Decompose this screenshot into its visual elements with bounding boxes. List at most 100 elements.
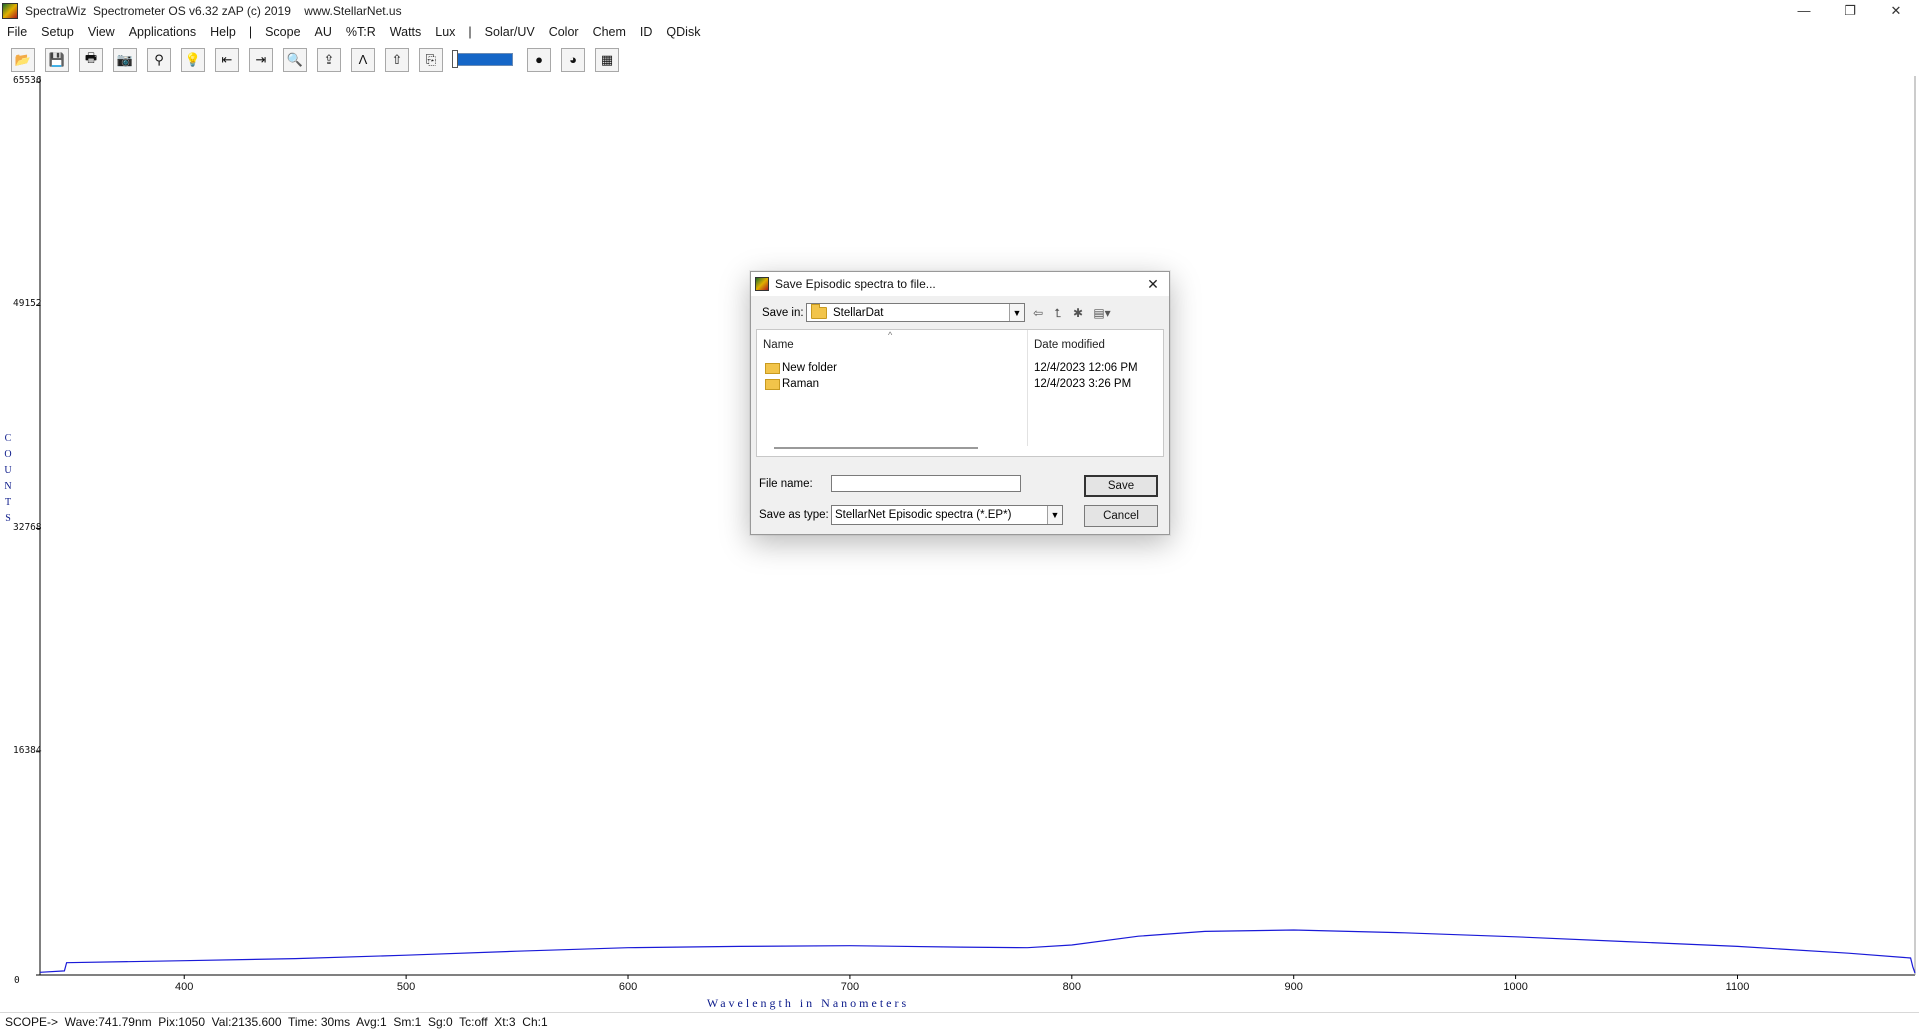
menu-solar-uv[interactable]: Solar/UV [478,25,542,39]
lightbulb-icon[interactable]: 💡 [181,47,205,72]
chevron-down-icon[interactable]: ▼ [1009,304,1024,321]
menu-view[interactable]: View [81,25,122,39]
folder-icon [765,379,780,390]
print-icon[interactable]: 🖶 [79,47,103,72]
dialog-title-bar: Save Episodic spectra to file... ✕ [751,272,1169,296]
color-wheel-icon[interactable]: ◕ [561,47,585,72]
spectrum-chart[interactable]: COUNTS Wavelength in Nanometers 0 16384 32… [0,74,1919,1010]
list-item-raman[interactable]: Raman 12/4/2023 3:26 PM [757,376,1163,394]
menu-chem[interactable]: Chem [586,25,633,39]
open-icon[interactable]: 📂 [11,47,35,72]
cancel-button[interactable]: Cancel [1084,505,1158,527]
y-tick-label: 16384 [13,744,42,756]
slider-track [455,52,513,66]
menu-id[interactable]: ID [633,25,660,39]
menu-watts[interactable]: Watts [383,25,428,39]
column-header-date[interactable]: Date modified [1034,339,1105,351]
save-icon[interactable]: 💾 [45,47,69,72]
menu-setup[interactable]: Setup [34,25,81,39]
menu-applications[interactable]: Applications [122,25,203,39]
menu-lux[interactable]: Lux [428,25,462,39]
x-tick-label: 900 [1284,981,1303,993]
x-axis-title: Wavelength in Nanometers [706,996,910,1010]
peak-up-icon[interactable]: ⇧ [385,47,409,72]
save-in-value: StellarDat [833,306,884,319]
save-dialog: Save Episodic spectra to file... ✕ Save … [750,271,1170,535]
menu-scope[interactable]: Scope [258,25,307,39]
x-tick-label: 1000 [1503,981,1528,993]
maximize-button[interactable]: ❐ [1828,0,1872,21]
file-list[interactable]: ^ Name Date modified New folder 12/4/202… [756,329,1164,457]
save-as-type-value: StellarNet Episodic spectra (*.EP*) [835,509,1012,521]
close-window-button[interactable]: ✕ [1874,0,1918,21]
x-tick-label: 1100 [1725,981,1750,993]
chart-plot [36,76,1916,979]
y-tick-label: 65536 [13,75,42,86]
right-limit-icon[interactable]: ⇥ [249,47,273,72]
menu-color[interactable]: Color [542,25,586,39]
minimize-button[interactable]: — [1782,0,1826,21]
page-icon[interactable]: ⎘ [419,47,443,72]
save-in-label: Save in: [762,307,804,319]
y-axis-title-letter: N [4,481,12,492]
export-icon[interactable]: ▦ [595,47,619,72]
menu--t-r[interactable]: %T:R [339,25,383,39]
file-name: Raman [782,378,820,390]
spectrum-line [39,929,1916,974]
file-name-input[interactable] [831,475,1021,492]
y-tick-label: 49152 [13,298,42,310]
save-in-dropdown[interactable]: StellarDat ▼ [806,303,1025,322]
column-header-name[interactable]: Name [763,339,794,351]
y-axis-title-letter: C [4,433,12,444]
menu-separator: | [468,25,472,39]
slider-thumb[interactable] [452,49,458,68]
file-date: 12/4/2023 3:26 PM [1034,378,1132,390]
back-arrow-icon[interactable]: ⇦ [1029,305,1047,321]
x-tick-label: 500 [396,981,416,993]
folder-icon [765,363,780,374]
save-as-type-dropdown[interactable]: StellarNet Episodic spectra (*.EP*) ▼ [831,505,1063,525]
y-axis-title-letter: U [4,465,12,476]
toolbar: 📂 💾 🖶 📷 ⚲ 💡 ⇤ ⇥ 🔍 ⇪ Ʌ ⇧ ⎘ ● ◕ ▦ [0,45,1919,74]
y-tick-label: 0 [14,975,20,986]
y-tick-label: 32768 [13,521,42,533]
dialog-app-icon [755,277,769,291]
new-folder-icon[interactable]: ✱ [1069,305,1087,321]
dialog-title: Save Episodic spectra to file... [775,277,936,291]
save-as-type-label: Save as type: [759,509,829,521]
sort-caret-icon: ^ [888,330,893,340]
window-title: SpectraWiz Spectrometer OS v6.32 zAP (c)… [25,3,402,18]
peak-icon[interactable]: Ʌ [351,47,375,72]
y-axis-title-letter: T [4,497,12,508]
file-date: 12/4/2023 12:06 PM [1034,362,1138,374]
menu-au[interactable]: AU [308,25,339,39]
save-button[interactable]: Save [1084,475,1158,497]
horizontal-scrollbar[interactable] [774,447,978,449]
menu-help[interactable]: Help [203,25,243,39]
y-axis-title: COUNTS [3,431,13,527]
folder-icon [811,303,827,319]
x-tick-label: 700 [840,981,860,993]
menu-separator: | [248,25,253,39]
y-axis-title-letter: O [4,449,12,460]
menu-bar: File Setup View Applications Help | Scope AU %T:… [0,22,1919,42]
view-menu-icon[interactable]: ▤▾ [1089,305,1115,321]
menu-qdisk[interactable]: QDisk [659,25,707,39]
integration-slider[interactable] [451,49,515,71]
file-name: New folder [782,362,837,374]
zoom-icon[interactable]: 🔍 [283,47,307,72]
up-folder-icon[interactable]: ⮤ [1049,305,1067,321]
probe-icon[interactable]: ⚲ [147,47,171,72]
status-bar: SCOPE-> Wave:741.79nm Pix:1050 Val:2135.… [0,1012,1919,1031]
camera-icon[interactable]: 📷 [113,47,137,72]
menu-file[interactable]: File [0,25,34,39]
chevron-down-icon[interactable]: ▼ [1047,506,1062,524]
dialog-close-button[interactable]: ✕ [1143,274,1163,294]
upload-icon[interactable]: ⇪ [317,47,341,72]
x-tick-label: 800 [1062,981,1081,993]
title-bar: SpectraWiz Spectrometer OS v6.32 zAP (c)… [0,0,1919,21]
left-limit-icon[interactable]: ⇤ [215,47,239,72]
x-tick-label: 600 [618,981,638,993]
sun-icon[interactable]: ● [527,47,551,72]
file-name-label: File name: [759,478,813,490]
